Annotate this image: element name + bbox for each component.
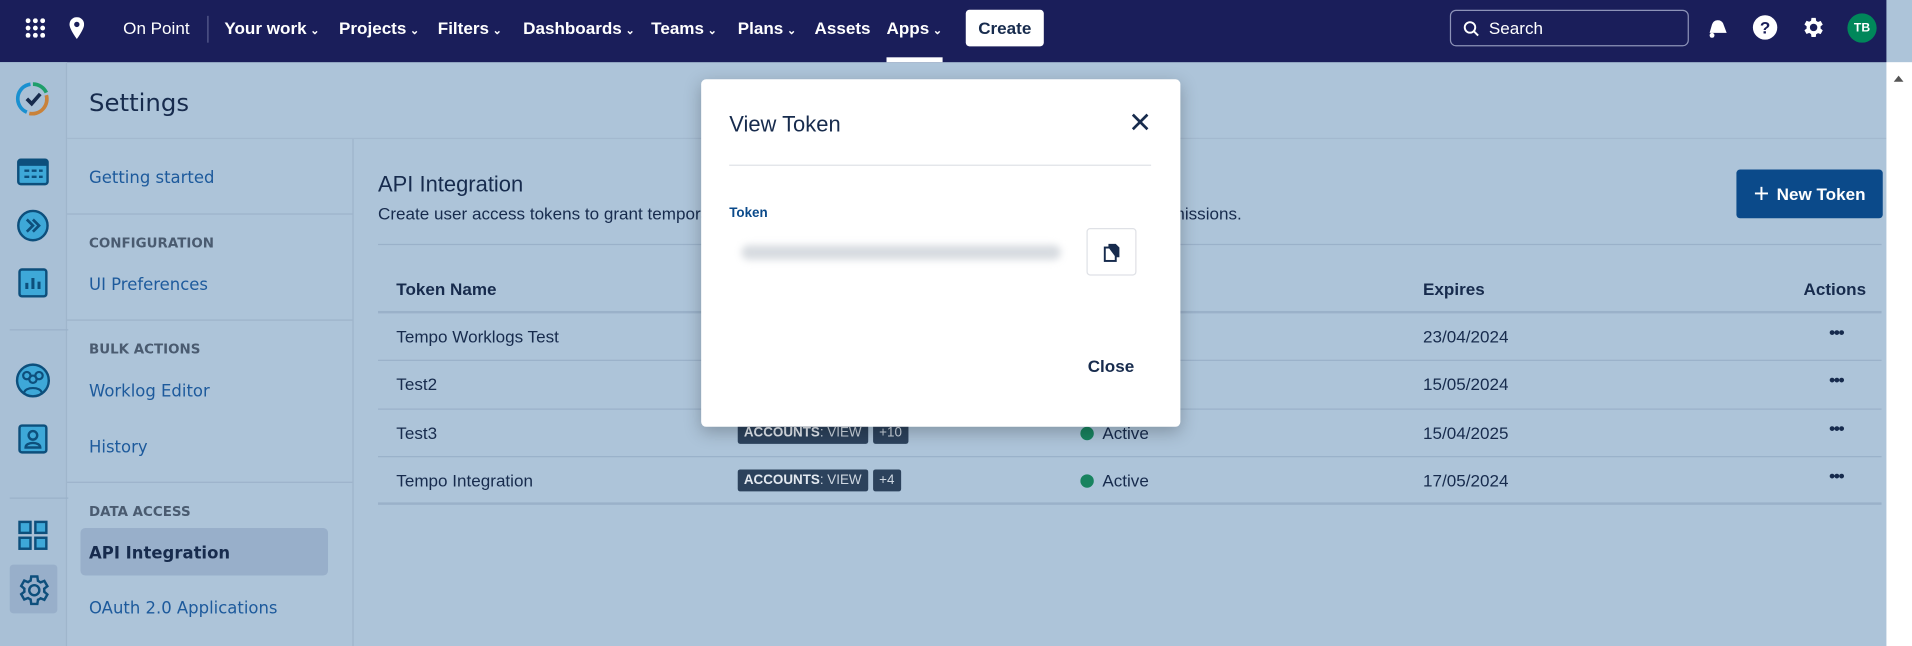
- scope-tag: ACCOUNTS: VIEW: [737, 469, 868, 492]
- token-label: Token: [729, 206, 768, 221]
- forward-icon[interactable]: [15, 207, 52, 244]
- avatar[interactable]: TB: [1847, 13, 1877, 43]
- expires-date: 15/04/2025: [1423, 423, 1509, 443]
- expires-date: 15/05/2024: [1423, 374, 1509, 394]
- scroll-up-icon[interactable]: [1893, 75, 1904, 82]
- active-indicator: [886, 57, 943, 63]
- scrollbar[interactable]: [1886, 62, 1912, 646]
- extra-scopes-badge[interactable]: +4: [873, 469, 901, 492]
- sidebar-item-history[interactable]: History: [89, 438, 148, 458]
- nav-projects[interactable]: Projects ⌄: [339, 18, 419, 38]
- view-token-dialog: View Token Token Close: [701, 79, 1181, 427]
- divider: [378, 502, 1882, 505]
- nav-your-work[interactable]: Your work ⌄: [224, 18, 319, 38]
- page-title: Settings: [89, 87, 190, 118]
- user-card-icon[interactable]: [15, 421, 52, 458]
- column-header-actions: Actions: [1803, 279, 1867, 299]
- tempo-logo-icon[interactable]: [15, 80, 52, 117]
- status-dot-icon: [1080, 474, 1094, 488]
- more-actions-icon[interactable]: •••: [1829, 466, 1844, 486]
- expires-date: 17/05/2024: [1423, 470, 1509, 491]
- copy-button[interactable]: [1086, 228, 1137, 276]
- plus-icon: +: [1753, 178, 1770, 209]
- location-pin-icon[interactable]: [69, 17, 85, 40]
- nav-assets[interactable]: Assets: [815, 18, 871, 38]
- section-heading: DATA ACCESS: [89, 503, 191, 520]
- calendar-icon[interactable]: [15, 152, 52, 189]
- dialog-title: View Token: [729, 112, 841, 137]
- section-description: Create user access tokens to grant tempo…: [378, 203, 1242, 224]
- sidebar-item-label: API Integration: [89, 543, 231, 564]
- divider: [9, 329, 69, 331]
- reports-icon[interactable]: [15, 265, 52, 302]
- teams-icon[interactable]: [15, 362, 52, 399]
- column-header-expires[interactable]: Expires: [1423, 279, 1485, 299]
- more-actions-icon[interactable]: •••: [1829, 369, 1844, 389]
- site-name[interactable]: On Point: [123, 18, 189, 38]
- token-name: Tempo Worklogs Test: [396, 326, 559, 347]
- status: Active: [1080, 471, 1149, 490]
- nav-apps[interactable]: Apps ⌄: [887, 18, 943, 38]
- divider: [67, 213, 353, 215]
- sidebar-item-oauth[interactable]: OAuth 2.0 Applications: [89, 599, 277, 619]
- token-name: Tempo Integration: [396, 470, 533, 491]
- nav-teams[interactable]: Teams ⌄: [651, 18, 717, 38]
- divider: [729, 164, 1152, 166]
- section-title: API Integration: [378, 171, 524, 197]
- close-button[interactable]: Close: [1088, 356, 1134, 376]
- section-heading: BULK ACTIONS: [89, 341, 201, 358]
- sidebar-item-getting-started[interactable]: Getting started: [89, 168, 214, 188]
- copy-icon: [1103, 243, 1120, 262]
- divider: [9, 497, 69, 499]
- expires-date: 23/04/2024: [1423, 326, 1509, 347]
- settings-icon[interactable]: [15, 572, 52, 609]
- create-button[interactable]: Create: [965, 9, 1044, 47]
- sidebar-item-worklog-editor[interactable]: Worklog Editor: [89, 382, 210, 402]
- column-header-token-name[interactable]: Token Name: [396, 279, 496, 299]
- help-icon[interactable]: ?: [1752, 15, 1778, 41]
- new-token-button[interactable]: + New Token: [1736, 169, 1883, 219]
- token-value-redacted[interactable]: [741, 245, 1061, 260]
- app-rail: [0, 62, 69, 646]
- search-icon: [1463, 21, 1479, 37]
- divider: [378, 456, 1882, 458]
- search-input[interactable]: Search: [1449, 9, 1689, 47]
- close-icon[interactable]: [1131, 113, 1149, 131]
- divider: [67, 319, 353, 321]
- more-actions-icon[interactable]: •••: [1829, 322, 1844, 342]
- nav-plans[interactable]: Plans ⌄: [738, 18, 796, 38]
- notifications-icon[interactable]: [1705, 16, 1729, 40]
- token-name: Test2: [396, 374, 438, 394]
- divider: [207, 15, 209, 43]
- nav-filters[interactable]: Filters ⌄: [438, 18, 502, 38]
- divider: [67, 481, 353, 483]
- svg-text:?: ?: [1760, 19, 1770, 38]
- sidebar-item-ui-preferences[interactable]: UI Preferences: [89, 276, 208, 296]
- settings-gear-icon[interactable]: [1800, 15, 1826, 41]
- app-switcher-icon[interactable]: [25, 18, 46, 38]
- apps-grid-icon[interactable]: [15, 517, 52, 554]
- status-dot-icon: [1080, 426, 1094, 441]
- sidebar-border: [352, 139, 354, 646]
- nav-dashboards[interactable]: Dashboards ⌄: [523, 18, 635, 38]
- token-name: Test3: [396, 423, 438, 443]
- search-placeholder: Search: [1488, 18, 1543, 38]
- top-nav: On Point Your work ⌄ Projects ⌄ Filters ⌄ D…: [0, 0, 1887, 63]
- more-actions-icon[interactable]: •••: [1829, 418, 1844, 438]
- section-heading: CONFIGURATION: [89, 235, 214, 252]
